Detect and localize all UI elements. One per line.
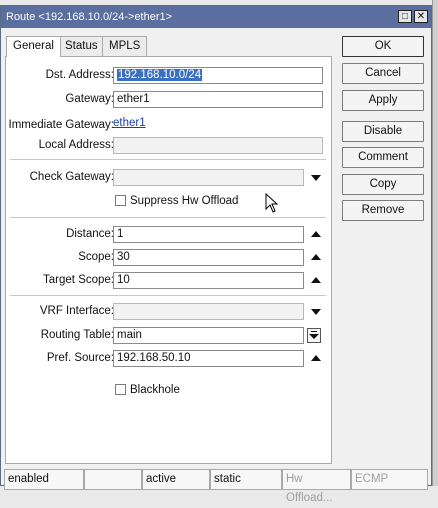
- status-enabled: enabled: [4, 469, 84, 490]
- general-panel: Dst. Address: 192.168.10.0/24 Gateway: e…: [5, 56, 332, 464]
- status-ecmp: ECMP: [351, 469, 428, 490]
- check-gateway-dropdown-icon[interactable]: [311, 175, 321, 181]
- mouse-cursor-icon: [265, 193, 279, 213]
- copy-button[interactable]: Copy: [342, 174, 424, 195]
- separator: [10, 159, 326, 160]
- target-scope-field[interactable]: 10: [113, 272, 304, 289]
- routing-table-dropdown-icon[interactable]: [307, 328, 321, 343]
- scope-label: Scope:: [78, 251, 114, 263]
- comment-button[interactable]: Comment: [342, 147, 424, 168]
- distance-collapse-icon[interactable]: [311, 231, 321, 237]
- check-gateway-label: Check Gateway:: [29, 171, 114, 183]
- route-dialog: Route <192.168.10.0/24->ether1> □ ✕ Gene…: [0, 5, 432, 504]
- vrf-interface-label: VRF Interface:: [39, 305, 114, 317]
- routing-table-label: Routing Table:: [40, 329, 114, 341]
- disable-button[interactable]: Disable: [342, 121, 424, 142]
- gateway-field[interactable]: ether1: [113, 91, 323, 108]
- immediate-gateway-link[interactable]: ether1: [113, 117, 146, 129]
- blackhole-checkbox[interactable]: [115, 384, 126, 395]
- status-active: active: [142, 469, 210, 490]
- local-address-label: Local Address:: [38, 139, 114, 151]
- distance-label: Distance:: [66, 228, 114, 240]
- separator: [10, 217, 326, 218]
- close-icon[interactable]: ✕: [414, 10, 428, 23]
- pref-source-field[interactable]: 192.168.50.10: [113, 350, 304, 367]
- remove-button[interactable]: Remove: [342, 200, 424, 221]
- pref-source-label: Pref. Source:: [46, 352, 114, 364]
- cancel-button[interactable]: Cancel: [342, 63, 424, 84]
- title-bar[interactable]: Route <192.168.10.0/24->ether1>: [1, 6, 431, 28]
- routing-table-field[interactable]: main: [113, 327, 304, 344]
- status-hw-offload: Hw Offload...: [282, 469, 351, 504]
- gateway-label: Gateway:: [65, 93, 114, 105]
- distance-field[interactable]: 1: [113, 226, 304, 243]
- window-title: Route <192.168.10.0/24->ether1>: [6, 11, 173, 23]
- local-address-field: [113, 137, 323, 154]
- vrf-interface-dropdown-icon[interactable]: [311, 309, 321, 315]
- target-scope-label: Target Scope:: [43, 274, 114, 286]
- dst-address-field[interactable]: 192.168.10.0/24: [113, 67, 323, 84]
- scope-field[interactable]: 30: [113, 249, 304, 266]
- background-window: [432, 0, 438, 486]
- dst-address-value: 192.168.10.0/24: [117, 69, 203, 81]
- apply-button[interactable]: Apply: [342, 90, 424, 111]
- status-empty: [84, 469, 142, 490]
- blackhole-label: Blackhole: [130, 384, 180, 396]
- tab-general[interactable]: General: [6, 36, 61, 57]
- immediate-gateway-label: Immediate Gateway:: [8, 119, 114, 131]
- suppress-hw-offload-checkbox[interactable]: [115, 195, 126, 206]
- target-scope-collapse-icon[interactable]: [311, 277, 321, 283]
- maximize-icon[interactable]: □: [398, 10, 412, 23]
- tab-status[interactable]: Status: [58, 36, 105, 56]
- suppress-hw-offload-label: Suppress Hw Offload: [130, 195, 239, 207]
- pref-source-collapse-icon[interactable]: [311, 355, 321, 361]
- ok-button[interactable]: OK: [342, 36, 424, 57]
- check-gateway-field[interactable]: [113, 169, 304, 186]
- separator: [10, 295, 326, 296]
- scope-collapse-icon[interactable]: [311, 254, 321, 260]
- tab-mpls[interactable]: MPLS: [102, 36, 148, 56]
- status-static: static: [210, 469, 282, 490]
- vrf-interface-field[interactable]: [113, 303, 304, 320]
- dst-address-label: Dst. Address:: [45, 69, 114, 81]
